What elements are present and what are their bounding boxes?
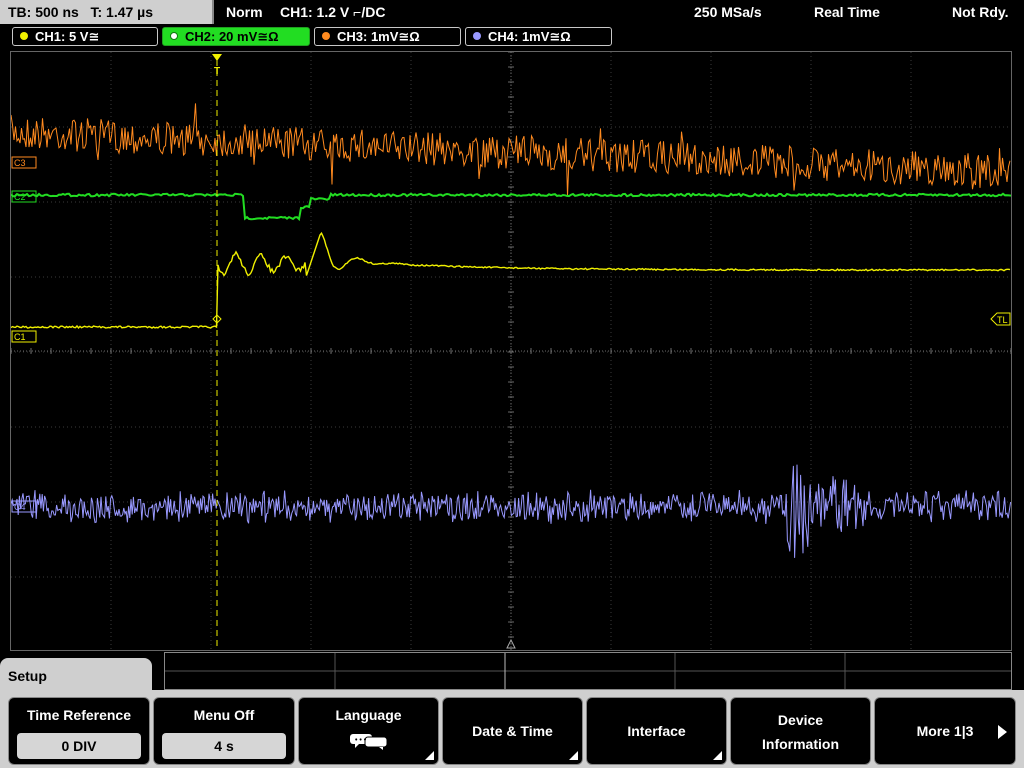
menu-off-softkey[interactable]: Menu Off 4 s bbox=[153, 697, 295, 765]
svg-text:C2: C2 bbox=[14, 192, 26, 202]
time-reference-softkey[interactable]: Time Reference 0 DIV bbox=[8, 697, 150, 765]
device-information-line2: Information bbox=[762, 736, 839, 752]
language-label: Language bbox=[335, 707, 402, 723]
ch1-label: CH1: 5 V≅ bbox=[35, 29, 100, 44]
date-time-label: Date & Time bbox=[472, 723, 553, 739]
overview-strip bbox=[164, 652, 1012, 690]
channel-tab-ch2[interactable]: CH2: 20 mV≅Ω bbox=[162, 27, 310, 46]
ch4-offset-marker[interactable]: C4 bbox=[11, 500, 37, 513]
trigger-level-marker[interactable]: TL bbox=[990, 312, 1011, 326]
channel-tab-ch1[interactable]: CH1: 5 V≅ bbox=[12, 27, 158, 46]
channel-tab-ch3[interactable]: CH3: 1mV≅Ω bbox=[314, 27, 461, 46]
menu-off-label: Menu Off bbox=[193, 707, 255, 723]
timebase-readout: TB: 500 ns bbox=[8, 4, 79, 20]
interface-label: Interface bbox=[627, 723, 686, 739]
time-reference-value: 0 DIV bbox=[17, 733, 141, 759]
ch2-waveform bbox=[11, 192, 1011, 222]
svg-text:C4: C4 bbox=[14, 502, 26, 512]
ch3-offset-marker[interactable]: C3 bbox=[11, 156, 37, 169]
ch4-dot-icon bbox=[473, 32, 481, 40]
softkey-bar: Time Reference 0 DIV Menu Off 4 s Langua… bbox=[0, 694, 1024, 768]
more-label: More 1|3 bbox=[916, 723, 974, 739]
menu-title: Setup bbox=[8, 668, 47, 684]
ch3-dot-icon bbox=[322, 32, 330, 40]
trigger-mode: Norm bbox=[226, 4, 263, 20]
svg-text:• • •: • • • bbox=[355, 737, 367, 744]
ch3-waveform bbox=[11, 103, 1011, 196]
submenu-indicator-icon bbox=[713, 751, 722, 760]
ch1-dot-icon bbox=[20, 32, 28, 40]
device-information-softkey[interactable]: Device Information bbox=[730, 697, 871, 765]
more-softkey[interactable]: More 1|3 bbox=[874, 697, 1016, 765]
acquisition-state: Not Rdy. bbox=[952, 4, 1009, 20]
next-page-arrow-icon bbox=[998, 725, 1007, 739]
trigger-time-readout: T: 1.47 µs bbox=[90, 4, 154, 20]
time-reference-label: Time Reference bbox=[26, 707, 131, 723]
submenu-indicator-icon bbox=[425, 751, 434, 760]
ch2-label: CH2: 20 mV≅Ω bbox=[185, 29, 279, 44]
ch3-label: CH3: 1mV≅Ω bbox=[337, 29, 420, 44]
trigger-setting: CH1: 1.2 V ⌐/DC bbox=[280, 4, 386, 20]
device-information-line1: Device bbox=[777, 712, 824, 728]
ch2-offset-marker[interactable]: C2 bbox=[11, 190, 37, 203]
menu-title-tab: Setup bbox=[0, 658, 152, 694]
ch2-dot-icon bbox=[170, 32, 178, 40]
interface-softkey[interactable]: Interface bbox=[586, 697, 727, 765]
svg-text:C1: C1 bbox=[14, 332, 26, 342]
svg-text:TL: TL bbox=[997, 315, 1008, 325]
ch1-offset-marker[interactable]: C1 bbox=[11, 330, 37, 343]
status-bar: TB: 500 ns T: 1.47 µs Norm CH1: 1.2 V ⌐/… bbox=[0, 0, 1024, 24]
submenu-indicator-icon bbox=[569, 751, 578, 760]
language-softkey[interactable]: Language • • • bbox=[298, 697, 439, 765]
timebase-box[interactable]: TB: 500 ns T: 1.47 µs bbox=[0, 0, 214, 24]
waveform-canvas: T C3 C2 C1 C4 TL bbox=[11, 52, 1011, 650]
svg-text:T: T bbox=[214, 66, 220, 77]
channel-tab-ch4[interactable]: CH4: 1mV≅Ω bbox=[465, 27, 612, 46]
svg-text:C3: C3 bbox=[14, 158, 26, 168]
ch4-label: CH4: 1mV≅Ω bbox=[488, 29, 571, 44]
date-time-softkey[interactable]: Date & Time bbox=[442, 697, 583, 765]
acquisition-mode: Real Time bbox=[814, 4, 880, 20]
menu-off-value: 4 s bbox=[162, 733, 286, 759]
overview-grid bbox=[165, 653, 1011, 689]
sample-rate: 250 MSa/s bbox=[694, 4, 762, 20]
speech-bubbles-icon: • • • bbox=[349, 734, 387, 750]
waveform-display[interactable]: T C3 C2 C1 C4 TL bbox=[10, 51, 1012, 651]
channel-tabs: CH1: 5 V≅ CH2: 20 mV≅Ω CH3: 1mV≅Ω CH4: 1… bbox=[0, 26, 1024, 48]
trigger-position-marker[interactable]: T bbox=[212, 54, 222, 77]
